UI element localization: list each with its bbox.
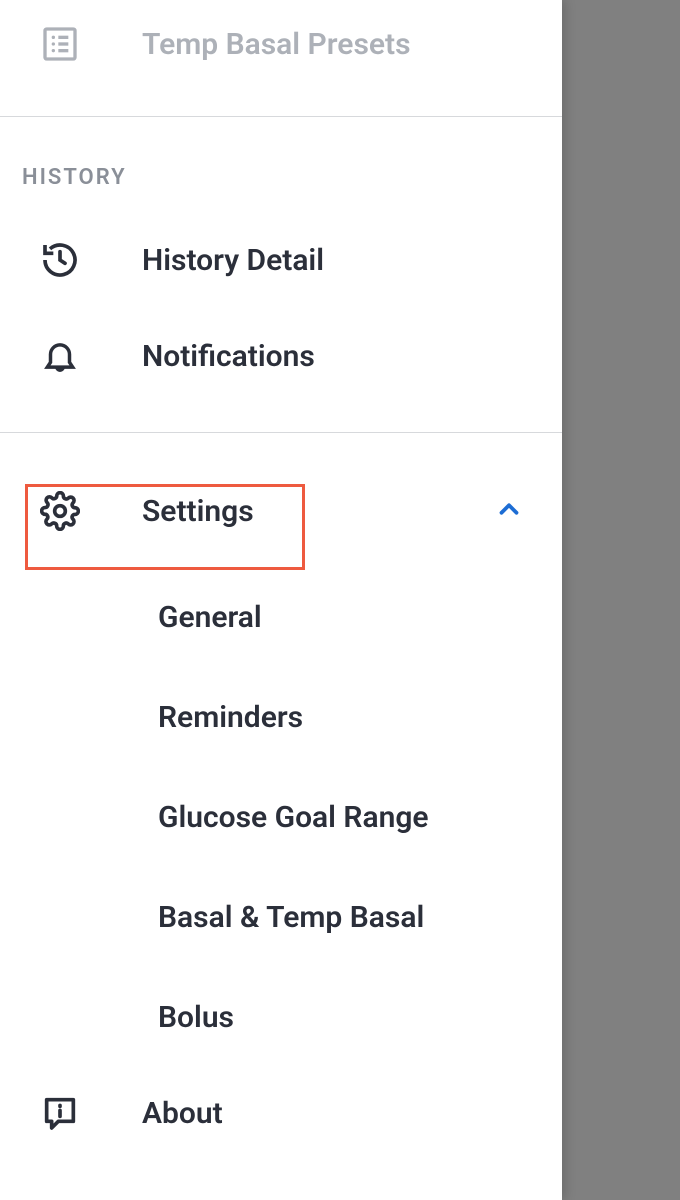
menu-item-label: About (142, 1096, 223, 1131)
submenu-item-label: Glucose Goal Range (158, 800, 429, 835)
submenu-item-label: Reminders (158, 700, 303, 735)
submenu-item-general[interactable]: General (0, 567, 562, 667)
chevron-up-icon (494, 494, 524, 528)
submenu-item-reminders[interactable]: Reminders (0, 667, 562, 767)
menu-item-about[interactable]: About (0, 1067, 562, 1159)
menu-item-label: Notifications (142, 339, 315, 374)
submenu-item-bolus[interactable]: Bolus (0, 967, 562, 1067)
list-icon (38, 22, 82, 66)
info-speech-icon (38, 1091, 82, 1135)
submenu-item-glucose-goal-range[interactable]: Glucose Goal Range (0, 767, 562, 867)
submenu-item-basal-temp-basal[interactable]: Basal & Temp Basal (0, 867, 562, 967)
gear-icon (38, 489, 82, 533)
menu-item-settings[interactable]: Settings (0, 467, 562, 555)
menu-item-history-detail[interactable]: History Detail (0, 212, 562, 308)
section-header-history: HISTORY (0, 117, 562, 212)
menu-item-label: Temp Basal Presets (142, 27, 411, 62)
menu-item-label: Settings (142, 494, 254, 529)
bell-icon (38, 334, 82, 378)
history-icon (38, 238, 82, 282)
menu-item-notifications[interactable]: Notifications (0, 308, 562, 404)
submenu-item-label: Basal & Temp Basal (158, 900, 424, 935)
navigation-drawer: Temp Basal Presets HISTORY History Detai… (0, 0, 562, 1200)
submenu-item-label: General (158, 600, 262, 635)
submenu-item-label: Bolus (158, 1000, 234, 1035)
menu-item-label: History Detail (142, 243, 324, 278)
menu-item-temp-basal-presets[interactable]: Temp Basal Presets (0, 0, 562, 88)
